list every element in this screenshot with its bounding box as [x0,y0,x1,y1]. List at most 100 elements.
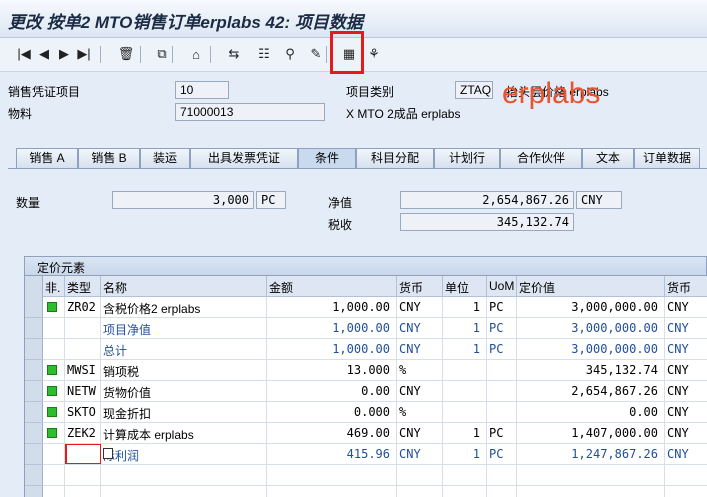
row-selector[interactable] [25,318,43,339]
cell-value[interactable]: 345,132.74 [517,360,665,381]
row-selector[interactable] [25,402,43,423]
cell-uom[interactable]: PC [487,423,517,444]
cell-vcurr[interactable]: CNY [665,381,707,402]
cell-uom[interactable]: PC [487,297,517,318]
cell-light[interactable] [43,444,65,465]
cell-type[interactable]: NETW [65,381,101,402]
row-selector[interactable] [25,465,43,486]
cell-curr[interactable]: % [397,360,443,381]
column-header-4[interactable]: 金额 [267,276,397,297]
cell-unit[interactable] [443,486,487,497]
cell-name[interactable]: 货物价值 [101,381,267,402]
cell-vcurr[interactable]: CNY [665,318,707,339]
cell-value[interactable] [517,465,665,486]
cell-unit[interactable]: 1 [443,444,487,465]
cell-vcurr[interactable]: CNY [665,402,707,423]
cell-value[interactable]: 3,000,000.00 [517,318,665,339]
cell-light[interactable] [43,339,65,360]
cell-value[interactable]: 3,000,000.00 [517,297,665,318]
cell-amount[interactable]: 13.000 [267,360,397,381]
tax-field[interactable]: 345,132.74 [400,213,574,231]
cell-name[interactable]: 销项税 [101,360,267,381]
cell-unit[interactable]: 1 [443,297,487,318]
cell-vcurr[interactable]: CNY [665,423,707,444]
cell-vcurr[interactable] [665,465,707,486]
quantity-unit-field[interactable]: PC [256,191,286,209]
cell-name[interactable]: 计算成本 erplabs [101,423,267,444]
cell-name[interactable]: 项目净值 [101,318,267,339]
column-header-5[interactable]: 货币 [397,276,443,297]
cell-unit[interactable]: 1 [443,318,487,339]
cell-uom[interactable]: PC [487,444,517,465]
delete-icon[interactable]: 🗑 [116,44,136,64]
cell-value[interactable]: 0.00 [517,402,665,423]
column-header-6[interactable]: 单位 [443,276,487,297]
cell-uom[interactable] [487,465,517,486]
cell-uom[interactable] [487,360,517,381]
column-header-2[interactable]: 类型 [65,276,101,297]
cell-light[interactable] [43,318,65,339]
cell-unit[interactable] [443,381,487,402]
cell-type[interactable]: SKTO [65,402,101,423]
column-header-9[interactable]: 货币 [665,276,707,297]
cell-type[interactable] [65,318,101,339]
cell-light[interactable] [43,297,65,318]
cell-amount[interactable]: 1,000.00 [267,318,397,339]
tab-7[interactable]: 计划行 [434,148,500,168]
cell-vcurr[interactable]: CNY [665,444,707,465]
next-page-icon[interactable]: ▶ [54,44,74,64]
material-field[interactable]: 71000013 [175,103,325,121]
tab-1[interactable]: 销售 A [16,148,78,168]
cell-type[interactable] [65,486,101,497]
cell-value[interactable]: 1,407,000.00 [517,423,665,444]
cell-vcurr[interactable]: CNY [665,360,707,381]
cell-amount[interactable]: 415.96 [267,444,397,465]
sales-doc-item-field[interactable]: 10 [175,81,229,99]
cell-amount[interactable]: 0.000 [267,402,397,423]
cell-name[interactable]: 含税价格2 erplabs [101,297,267,318]
cell-curr[interactable]: CNY [397,297,443,318]
cell-value[interactable]: 3,000,000.00 [517,339,665,360]
cell-amount[interactable]: 1,000.00 [267,297,397,318]
tab-4[interactable]: 出具发票凭证 [190,148,298,168]
cell-curr[interactable]: % [397,402,443,423]
tab-5[interactable]: 条件 [298,148,356,168]
cell-name[interactable] [101,486,267,497]
cell-unit[interactable] [443,465,487,486]
row-selector[interactable] [25,486,43,497]
row-selector[interactable] [25,339,43,360]
tab-10[interactable]: 订单数据 [634,148,700,168]
row-selector[interactable] [25,360,43,381]
cell-unit[interactable]: 1 [443,423,487,444]
cell-light[interactable] [43,360,65,381]
cell-type[interactable] [65,339,101,360]
cell-uom[interactable] [487,381,517,402]
quantity-field[interactable]: 3,000 [112,191,254,209]
row-selector[interactable] [25,423,43,444]
net-currency-field[interactable]: CNY [576,191,622,209]
cell-light[interactable] [43,402,65,423]
cell-amount[interactable]: 469.00 [267,423,397,444]
cell-light[interactable] [43,486,65,497]
cell-name[interactable] [101,465,267,486]
first-page-icon[interactable]: |◀ [14,44,34,64]
column-header-7[interactable]: UoM [487,276,517,297]
cell-uom[interactable] [487,402,517,423]
column-header-8[interactable]: 定价值 [517,276,665,297]
cell-name[interactable]: 总计 [101,339,267,360]
cell-vcurr[interactable] [665,486,707,497]
cell-light[interactable] [43,381,65,402]
cell-value[interactable] [517,486,665,497]
cell-uom[interactable] [487,486,517,497]
cell-curr[interactable]: CNY [397,444,443,465]
cell-curr[interactable]: CNY [397,423,443,444]
header-icon[interactable]: ⌂ [186,44,206,64]
cell-amount[interactable]: 0.00 [267,381,397,402]
cell-amount[interactable] [267,486,397,497]
column-header-3[interactable]: 名称 [101,276,267,297]
cell-value[interactable]: 2,654,867.26 [517,381,665,402]
cell-type[interactable] [65,465,101,486]
cell-name[interactable]: 际利润 [101,444,267,465]
cell-name[interactable]: 现金折扣 [101,402,267,423]
cell-type[interactable]: ZR02 [65,297,101,318]
